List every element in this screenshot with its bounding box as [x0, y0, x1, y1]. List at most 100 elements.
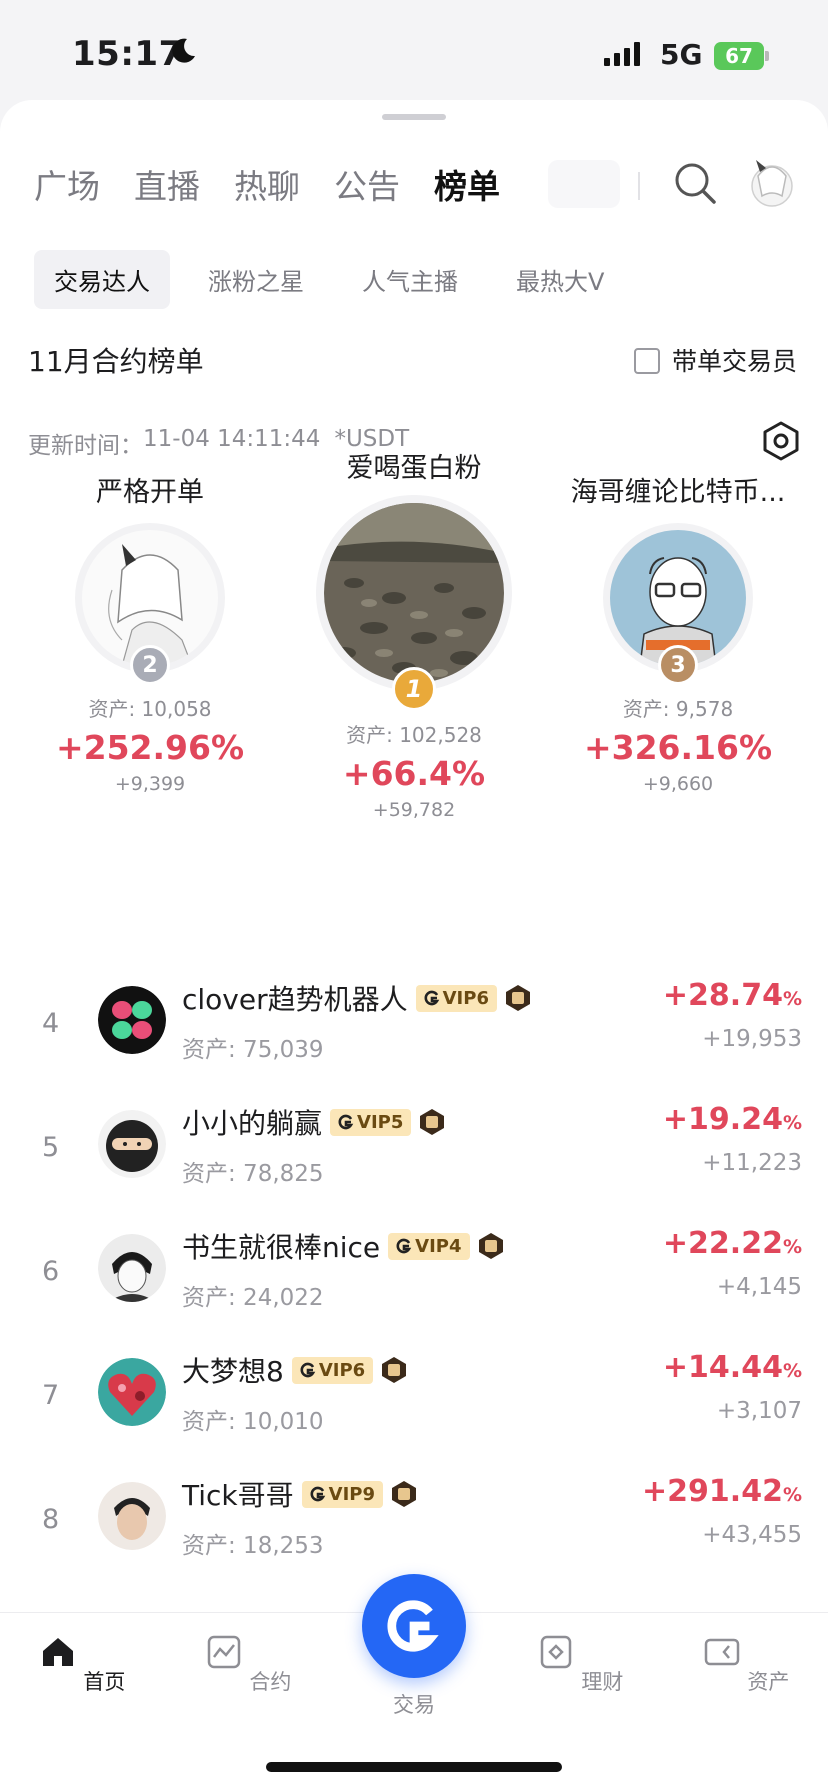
copy-trader-label[interactable]: 带单交易员	[672, 342, 797, 378]
podium-pct: +326.16%	[583, 728, 773, 767]
tab-hot-chat[interactable]: 热聊	[234, 160, 300, 208]
row-asset: 资产: 10,010	[182, 1409, 324, 1435]
tab-live[interactable]: 直播	[134, 160, 200, 208]
leaderboard-row[interactable]: 7 大梦想8 VIP6 资产: 10,010 +14.44% +3,107	[0, 1334, 828, 1454]
moon-icon	[172, 38, 195, 63]
gate-logo-icon	[396, 1238, 412, 1254]
nav-label: 合约	[249, 1670, 292, 1694]
row-pct-value: +28.74	[662, 978, 783, 1013]
trade-fab-button[interactable]	[362, 1574, 466, 1678]
rank-medal-3: 3	[658, 645, 698, 685]
row-asset: 资产: 78,825	[182, 1161, 324, 1187]
leaderboard-sheet: 广场 直播 热聊 公告 榜单 交易达人 涨粉之星 人气主播 最热大V 11月合约…	[0, 100, 828, 1792]
podium-name: 严格开单	[96, 477, 204, 508]
gate-logo-icon	[387, 1600, 439, 1652]
vip-badge: VIP9	[301, 1480, 383, 1508]
row-name-line: 大梦想8 VIP6	[182, 1350, 407, 1390]
nav-assets[interactable]: 资产	[696, 1633, 796, 1696]
row-pct: +291.42%	[642, 1474, 802, 1509]
row-asset: 资产: 24,022	[182, 1285, 324, 1311]
chart-icon	[207, 1635, 240, 1669]
row-pct-unit: %	[782, 988, 802, 1010]
top-tabs: 广场 直播 热聊 公告 榜单	[34, 160, 500, 208]
avatar	[98, 1234, 166, 1302]
search-icon[interactable]	[672, 160, 718, 206]
row-pct: +14.44%	[663, 1350, 802, 1385]
user-avatar[interactable]	[748, 156, 796, 208]
battery-tip	[765, 51, 769, 61]
avatar-ring: 1	[316, 495, 512, 711]
status-bar: 15:17 5G 67	[0, 0, 828, 100]
nav-home[interactable]: 首页	[32, 1633, 132, 1696]
row-rank: 4	[42, 1008, 60, 1039]
tab-plaza[interactable]: 广场	[34, 160, 100, 208]
tab-announcement[interactable]: 公告	[334, 160, 400, 208]
row-name: clover趋势机器人	[182, 983, 408, 1016]
vip-badge: VIP4	[388, 1232, 470, 1260]
row-rank: 8	[42, 1504, 60, 1535]
trader-badge-icon	[420, 1109, 445, 1135]
leaderboard-row[interactable]: 4 clover趋势机器人 VIP6 资产: 75,039 +28.74% +1…	[0, 962, 828, 1082]
row-gain: +11,223	[702, 1150, 802, 1176]
update-label: 更新时间：	[28, 433, 143, 459]
subtab-hottest-kol[interactable]: 最热大V	[496, 250, 624, 309]
nav-futures[interactable]: 合约	[198, 1633, 298, 1696]
subtab-rising-stars[interactable]: 涨粉之星	[188, 250, 324, 309]
row-rank: 5	[42, 1132, 60, 1163]
vip-badge: VIP6	[415, 984, 497, 1012]
rank-medal-2: 2	[130, 645, 170, 685]
podium-second[interactable]: 严格开单 2 资产: 10,058 +252.96% +9,399	[50, 470, 250, 795]
podium-third[interactable]: 海哥缠论比特币... 3 资产: 9,578 +326.16% +9,660	[556, 470, 800, 795]
nav-label: 交易	[393, 1693, 435, 1717]
podium-name: 爱喝蛋白粉	[346, 453, 482, 484]
row-name-line: Tick哥哥 VIP9	[182, 1474, 417, 1514]
subtab-popular-hosts[interactable]: 人气主播	[342, 250, 478, 309]
podium-asset: 资产: 102,528	[346, 723, 482, 747]
avatar	[98, 986, 166, 1054]
avatar	[324, 503, 504, 683]
row-name: 书生就很棒nice	[182, 1231, 381, 1264]
board-title: 11月合约榜单	[28, 345, 204, 378]
row-gain: +4,145	[716, 1274, 802, 1300]
gate-logo-icon	[338, 1114, 354, 1130]
update-time: 11-04 14:11:44	[143, 426, 321, 452]
row-pct-value: +22.22	[662, 1226, 783, 1261]
leaderboard-row[interactable]: 6 书生就很棒nice VIP4 资产: 24,022 +22.22% +4,1…	[0, 1210, 828, 1330]
podium-gain: +9,399	[114, 773, 186, 795]
row-name: 大梦想8	[182, 1355, 284, 1388]
avatar-ring: 2	[75, 523, 225, 685]
row-pct-unit: %	[782, 1236, 802, 1258]
nav-label: 理财	[581, 1670, 624, 1694]
battery-icon: 67	[714, 42, 764, 70]
sheet-grabber[interactable]	[382, 114, 446, 120]
settings-icon[interactable]	[760, 420, 802, 462]
row-name: 小小的躺赢	[182, 1107, 323, 1140]
tab-leaderboard[interactable]: 榜单	[434, 160, 500, 208]
avatar	[98, 1110, 166, 1178]
vip-level: VIP4	[415, 1235, 462, 1257]
vip-level: VIP6	[442, 987, 489, 1009]
trader-badge-icon	[478, 1233, 503, 1259]
vip-badge: VIP6	[291, 1356, 374, 1384]
row-name-line: 书生就很棒nice VIP4	[182, 1226, 504, 1266]
tab-overflow[interactable]	[548, 160, 620, 208]
gate-logo-icon	[310, 1486, 325, 1502]
leaderboard-row[interactable]: 8 Tick哥哥 VIP9 资产: 18,253 +291.42% +43,45…	[0, 1458, 828, 1578]
leaderboard-row[interactable]: 5 小小的躺赢 VIP5 资产: 78,825 +19.24% +11,223	[0, 1086, 828, 1206]
network-label: 5G	[660, 38, 703, 71]
row-pct: +22.22%	[663, 1226, 802, 1261]
podium-first[interactable]: 爱喝蛋白粉 1 资产: 102,528 +66.4% +59,782	[314, 446, 514, 821]
avatar-ring: 3	[603, 523, 753, 685]
copy-trader-checkbox[interactable]	[634, 348, 660, 374]
rank-medal-1: 1	[392, 667, 436, 711]
row-pct-unit: %	[782, 1112, 802, 1134]
subtab-top-traders[interactable]: 交易达人	[34, 250, 170, 309]
avatar	[98, 1482, 166, 1550]
signal-icon	[604, 42, 640, 66]
nav-label: 首页	[83, 1670, 126, 1694]
row-asset: 资产: 75,039	[182, 1037, 324, 1063]
vip-level: VIP9	[328, 1483, 375, 1505]
nav-earn[interactable]: 理财	[530, 1633, 630, 1696]
assets-icon	[704, 1638, 739, 1666]
gate-logo-icon	[424, 990, 439, 1006]
